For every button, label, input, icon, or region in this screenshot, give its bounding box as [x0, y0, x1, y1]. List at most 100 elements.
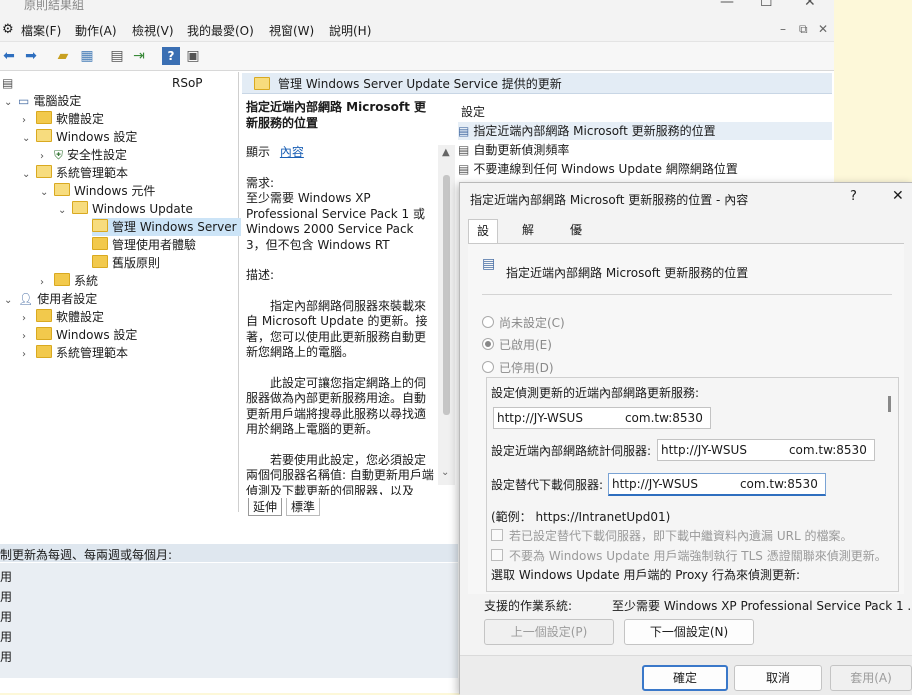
maximize-icon[interactable]: ☐: [760, 0, 773, 10]
menu-bar: ⚙ 檔案(F) 動作(A) 檢視(V) 我的最愛(O) 視窗(W) 說明(H) …: [0, 17, 834, 42]
setting-name: 不要連線到任何 Windows Update 網際網路位置: [473, 162, 738, 176]
tab-precedence[interactable]: 優先順序: [562, 219, 590, 303]
dialog-close-button[interactable]: ✕: [892, 188, 904, 204]
checkbox-download-missing[interactable]: 若已設定替代下載伺服器，即下載中繼資料內遺漏 URL 的檔案。: [491, 527, 852, 544]
minimize-icon[interactable]: —: [720, 0, 734, 10]
scroll-down-icon[interactable]: ⌄: [441, 467, 449, 478]
tree-item-label: 使用者設定: [37, 292, 98, 306]
console-tree: ▤ RSoP ⌄ ▭ 電腦設定 › 軟體設定 ⌄ Windows 設定 › ⛨ 安全性設定 …: [0, 72, 241, 512]
tree-item-manage-wsus[interactable]: 管理 Windows Server: [92, 218, 241, 236]
folder-icon: [92, 255, 108, 268]
scroll-thumb[interactable]: [443, 175, 450, 415]
show-label: 顯示: [246, 145, 271, 159]
options-scroll-thumb[interactable]: [888, 396, 891, 412]
tree-item-label: 系統管理範本: [56, 346, 129, 360]
chevron-down-icon[interactable]: ⌄: [22, 166, 36, 184]
tab-standard[interactable]: 標準: [286, 498, 321, 516]
setting-name: 指定近端內部網路 Microsoft 更新服務的位置: [473, 124, 716, 138]
apply-button[interactable]: 套用(A): [830, 665, 912, 691]
tree-item-system[interactable]: › 系統: [40, 272, 98, 290]
tree-item-windows-settings[interactable]: ⌄ Windows 設定: [22, 128, 137, 146]
settings-row[interactable]: ▤ 指定近端內部網路 Microsoft 更新服務的位置: [458, 122, 832, 140]
cancel-button[interactable]: 取消: [734, 665, 822, 691]
tree-item-user-config[interactable]: ⌄ 👤︎ 使用者設定: [4, 290, 97, 308]
tree-item-label: 電腦設定: [33, 94, 82, 108]
radio-label: 已停用(D): [499, 361, 554, 375]
menu-file[interactable]: 檔案(F): [21, 22, 61, 39]
properties-icon[interactable]: ▤: [108, 47, 126, 65]
tree-item-security-settings[interactable]: › ⛨ 安全性設定: [40, 146, 127, 164]
chevron-right-icon[interactable]: ›: [22, 346, 36, 364]
up-folder-icon[interactable]: ▰: [54, 47, 72, 65]
tree-item-manage-user-experience[interactable]: 管理使用者體驗: [92, 236, 196, 254]
scroll-up-icon[interactable]: ▲: [442, 147, 450, 158]
show-tree-icon[interactable]: ▦: [78, 47, 96, 65]
settings-list: 設定 ▤ 指定近端內部網路 Microsoft 更新服務的位置 ▤ 自動更新偵測頻率…: [458, 100, 832, 180]
menu-help[interactable]: 說明(H): [329, 22, 371, 39]
settings-row[interactable]: ▤ 不要連線到任何 Windows Update 網際網路位置: [458, 160, 738, 178]
properties-dialog: 指定近端內部網路 Microsoft 更新服務的位置 - 內容 ? ✕ 設定 解…: [459, 182, 912, 695]
chevron-down-icon[interactable]: ⌄: [58, 202, 72, 220]
next-setting-button[interactable]: 下一個設定(N): [624, 619, 754, 645]
radio-enabled[interactable]: 已啟用(E): [482, 336, 552, 353]
tree-item-user-software-settings[interactable]: › 軟體設定: [22, 308, 104, 326]
show-content-link[interactable]: 內容: [280, 145, 304, 159]
tree-root-icon: ▤: [2, 76, 14, 90]
req-text: 至少需要 Windows XP Professional Service Pac…: [246, 191, 425, 252]
menu-view[interactable]: 檢視(V): [132, 22, 174, 39]
tree-item-computer-config[interactable]: ⌄ ▭ 電腦設定: [4, 92, 81, 110]
tree-item-label: Windows 設定: [56, 130, 138, 144]
folder-open-icon: [36, 129, 52, 142]
tree-item-admin-templates[interactable]: ⌄ 系統管理範本: [22, 164, 128, 182]
close-icon[interactable]: ✕: [804, 0, 816, 10]
folder-icon: [36, 327, 52, 340]
back-icon[interactable]: ⬅: [0, 47, 18, 65]
stats-server-input[interactable]: http://JY-WSUS com.tw:8530: [657, 439, 875, 461]
tree-item-windows-update[interactable]: ⌄ Windows Update: [58, 200, 193, 218]
settings-column-header[interactable]: 設定: [461, 103, 485, 120]
chevron-down-icon[interactable]: ⌄: [40, 184, 54, 202]
menu-window[interactable]: 視窗(W): [269, 22, 314, 39]
chevron-down-icon[interactable]: ⌄: [22, 130, 36, 148]
chevron-down-icon[interactable]: ⌄: [4, 94, 18, 112]
view-icon[interactable]: ▣: [184, 47, 202, 65]
radio-not-configured[interactable]: 尚未設定(C): [482, 314, 565, 331]
ok-button[interactable]: 確定: [642, 665, 728, 691]
input-value-prefix: http://JY-WSUS: [661, 443, 747, 457]
tree-item-windows-components[interactable]: ⌄ Windows 元件: [40, 182, 155, 200]
desc-scrollbar[interactable]: ▲ ⌄: [438, 145, 455, 485]
tree-item-user-windows-settings[interactable]: › Windows 設定: [22, 326, 137, 344]
checkbox-icon: [491, 549, 503, 561]
settings-row[interactable]: ▤ 自動更新偵測頻率: [458, 141, 569, 159]
checkbox-no-tls-pinning[interactable]: 不要為 Windows Update 用戶端強制執行 TLS 憑證關聯來偵測更新…: [491, 547, 887, 564]
mdi-close-icon[interactable]: ✕: [818, 22, 828, 36]
mdi-restore-icon[interactable]: ⧉: [799, 22, 808, 37]
tree-item-software-settings[interactable]: › 軟體設定: [22, 110, 104, 128]
tab-extended[interactable]: 延伸: [248, 498, 283, 516]
dialog-title: 指定近端內部網路 Microsoft 更新服務的位置 - 內容: [470, 193, 749, 207]
radio-disabled[interactable]: 已停用(D): [482, 359, 554, 376]
alt-download-input[interactable]: http://JY-WSUS com.tw:8530: [608, 473, 826, 496]
help-icon[interactable]: ?: [162, 47, 180, 65]
detect-server-input[interactable]: http://JY-WSUS com.tw:8530: [493, 407, 711, 429]
tab-explain[interactable]: 解說: [514, 219, 542, 259]
menu-favorites[interactable]: 我的最愛(O): [187, 22, 254, 39]
lower-row: 用: [0, 570, 13, 584]
export-icon[interactable]: ⇥: [130, 47, 148, 65]
forward-icon[interactable]: ➡: [22, 47, 40, 65]
menu-action[interactable]: 動作(A): [75, 22, 117, 39]
tree-item-user-admin-templates[interactable]: › 系統管理範本: [22, 344, 128, 362]
policy-icon: ▤: [458, 124, 470, 138]
chevron-down-icon[interactable]: ⌄: [4, 292, 18, 310]
tree-item-label: 安全性設定: [67, 148, 128, 162]
mdi-minimize-icon[interactable]: –: [780, 22, 786, 36]
tree-item-label: 軟體設定: [56, 310, 105, 324]
tree-item-legacy-policies[interactable]: 舊版原則: [92, 254, 160, 272]
help-button[interactable]: ?: [850, 189, 857, 204]
pane-header: 管理 Windows Server Update Service 提供的更新: [242, 73, 832, 94]
previous-setting-button[interactable]: 上一個設定(P): [484, 619, 614, 645]
tree-item-label: Windows Update: [92, 202, 193, 216]
tab-settings[interactable]: 設定: [468, 219, 499, 260]
proxy-behavior-label: 選取 Windows Update 用戶端的 Proxy 行為來偵測更新:: [491, 568, 801, 582]
window-title: 原則結果組: [24, 0, 85, 12]
